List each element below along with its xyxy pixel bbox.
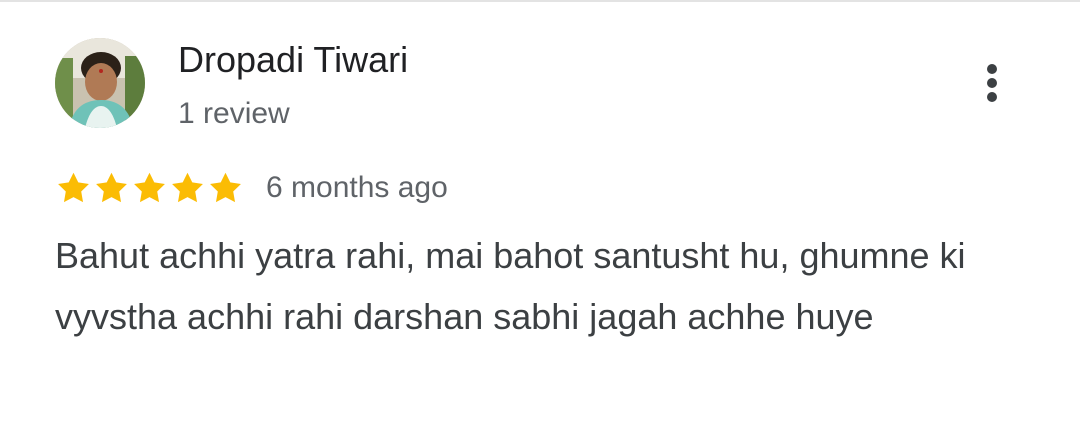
more-vert-icon-dot	[987, 92, 997, 102]
more-vert-icon	[987, 64, 997, 74]
review-count[interactable]: 1 review	[178, 94, 290, 134]
star-icon	[172, 172, 203, 202]
more-vert-icon-dot	[987, 78, 997, 88]
author-name[interactable]: Dropadi Tiwari	[178, 38, 408, 82]
more-options-button[interactable]	[968, 58, 1016, 108]
star-icon	[134, 172, 165, 202]
avatar[interactable]	[55, 38, 145, 128]
review-text: Bahut achhi yatra rahi, mai bahot santus…	[55, 235, 966, 337]
star-icon	[58, 172, 89, 202]
review-card: Dropadi Tiwari 1 review 6 months ago Bah…	[0, 0, 1080, 424]
star-icon	[210, 172, 241, 202]
review-date: 6 months ago	[266, 171, 448, 204]
star-icon	[96, 172, 127, 202]
rating-row: 6 months ago	[55, 166, 448, 210]
star-rating	[55, 170, 244, 207]
